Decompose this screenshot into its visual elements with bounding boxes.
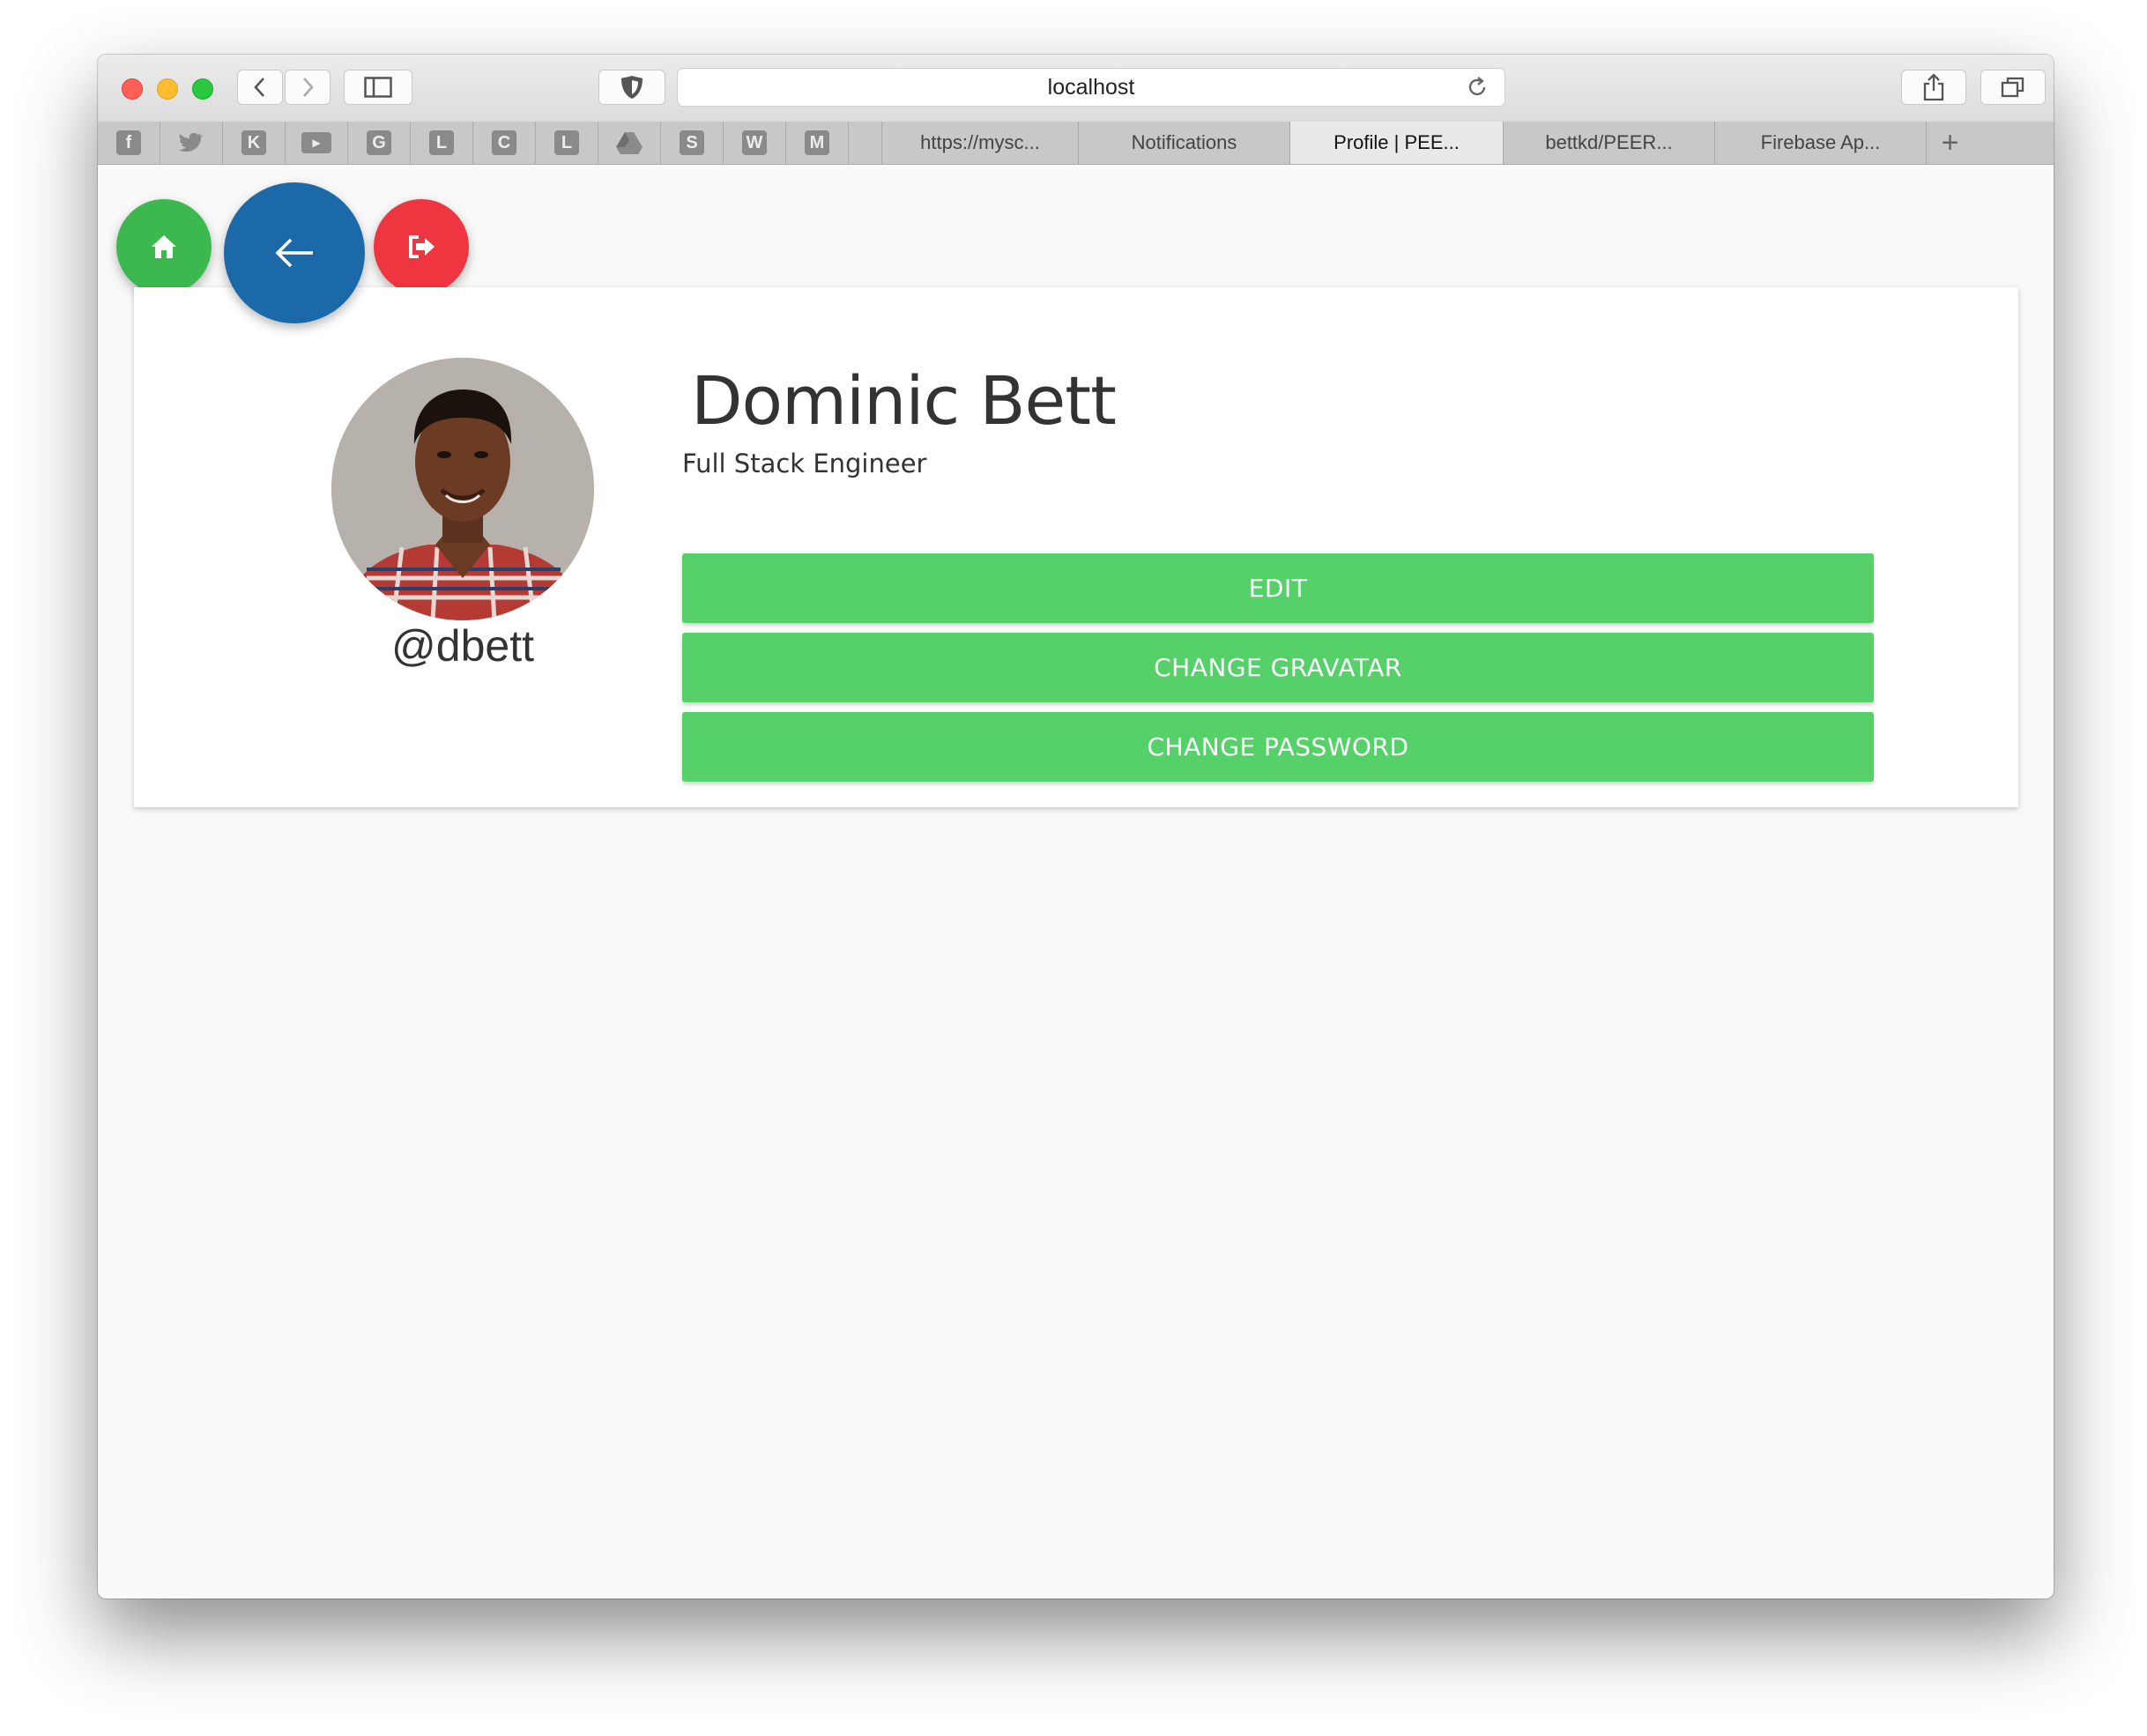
tab-bar: f K ▶ G L C L S W M https://mysc... Noti… [98,122,2054,165]
l-icon: L [554,130,579,155]
shield-icon [621,76,643,99]
home-icon [152,235,176,258]
tab-myscripts[interactable]: https://mysc... [882,122,1079,164]
share-button[interactable] [1901,70,1966,105]
favorite-c[interactable]: C [473,122,536,164]
tab-label: Firebase Ap... [1760,131,1881,153]
favorite-youtube[interactable]: ▶ [286,122,348,164]
youtube-icon: ▶ [301,132,331,153]
show-tabs-button[interactable] [1980,70,2046,105]
logout-button[interactable] [374,199,469,294]
favorite-s[interactable]: S [661,122,724,164]
sidebar-toggle-button[interactable] [344,70,412,105]
l-icon: L [429,130,454,155]
url-text: localhost [1047,74,1135,100]
m-icon: M [805,130,829,155]
w-icon: W [742,130,767,155]
tab-notifications[interactable]: Notifications [1079,122,1290,164]
tab-firebase[interactable]: Firebase Ap... [1715,122,1927,164]
arrow-left-icon [275,238,313,268]
address-bar[interactable]: localhost [677,68,1505,107]
tab-label: Profile | PEE... [1334,131,1460,153]
twitter-icon [179,132,203,152]
back-button[interactable] [224,182,365,323]
favorite-k[interactable]: K [223,122,286,164]
share-icon [1923,73,1944,101]
tab-github[interactable]: bettkd/PEER... [1504,122,1715,164]
favorite-m[interactable]: M [786,122,849,164]
forward-nav-button[interactable] [285,70,331,105]
k-icon: K [241,130,266,155]
back-nav-button[interactable] [237,70,283,105]
profile-name: Dominic Bett [691,361,1117,440]
username: @dbett [391,621,534,671]
tab-profile[interactable]: Profile | PEE... [1290,122,1504,164]
privacy-extension-button[interactable] [598,70,665,105]
favorite-g[interactable]: G [348,122,411,164]
chevron-right-icon [303,78,314,97]
tab-label: https://mysc... [920,131,1040,153]
tabs-overview-icon [2001,77,2024,98]
title-bar: localhost [98,55,2054,122]
s-icon: S [680,130,704,155]
facebook-icon: f [116,130,141,155]
tab-label: Notifications [1131,131,1237,153]
favorites-spacer [849,122,882,164]
browser-window: localhost f K ▶ G L C L S W M https://my… [98,55,2054,1599]
favorite-facebook[interactable]: f [98,122,160,164]
tab-label: bettkd/PEER... [1545,131,1673,153]
minimize-window-button[interactable] [157,78,178,100]
zoom-window-button[interactable] [192,78,213,100]
favorite-drive[interactable] [598,122,661,164]
profile-title: Full Stack Engineer [682,449,927,479]
change-gravatar-button[interactable]: CHANGE GRAVATAR [682,633,1874,702]
chevron-left-icon [254,78,264,97]
new-tab-button[interactable]: + [1927,122,1973,164]
edit-profile-button[interactable]: EDIT [682,553,1874,623]
favorite-twitter[interactable] [160,122,223,164]
profile-card: @dbett Dominic Bett Full Stack Engineer … [134,287,2018,807]
sign-out-icon [409,235,435,258]
change-password-button[interactable]: CHANGE PASSWORD [682,712,1874,782]
favorite-w[interactable]: W [724,122,786,164]
avatar [331,358,594,620]
close-window-button[interactable] [122,78,143,100]
favorite-l[interactable]: L [411,122,473,164]
c-icon: C [492,130,516,155]
home-button[interactable] [116,199,212,294]
sidebar-icon [364,77,392,98]
g-icon: G [367,130,391,155]
google-drive-icon [616,132,643,154]
profile-photo [331,358,594,620]
favorite-l-2[interactable]: L [536,122,598,164]
reload-icon[interactable] [1466,76,1489,99]
